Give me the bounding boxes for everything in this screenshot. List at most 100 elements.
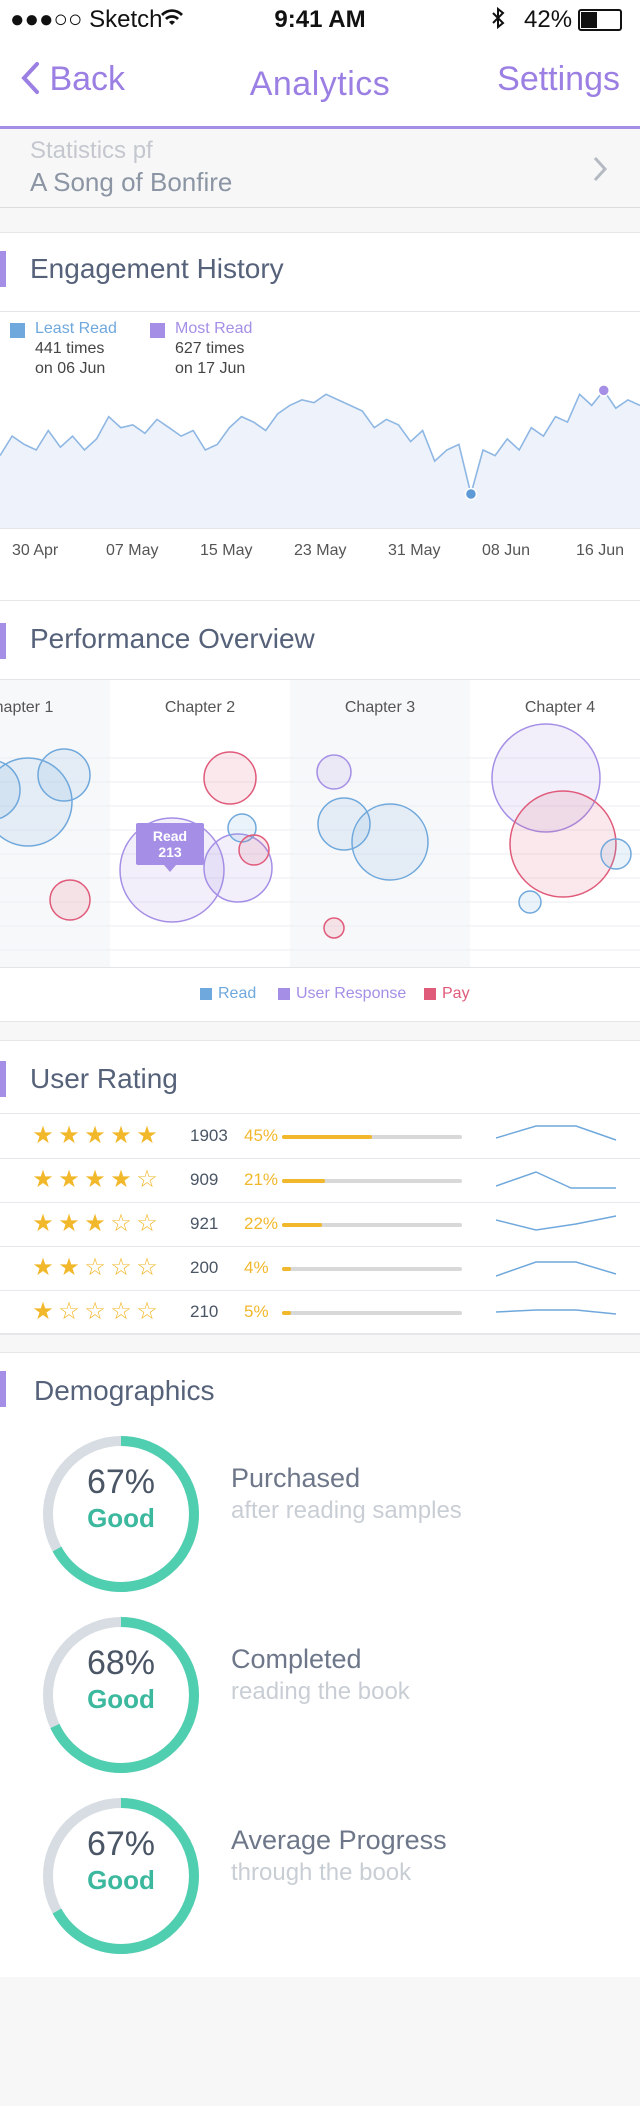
rating-sparkline (496, 1309, 617, 1315)
star-empty-icon: ☆ (84, 1254, 106, 1281)
legend-pay: Pay (442, 985, 470, 1002)
legend-read: Read (218, 985, 257, 1002)
legend-swatch (424, 988, 436, 1000)
engagement-chart[interactable]: Least Read 441 times on 06 Jun Most Read… (0, 311, 640, 602)
axis-line (0, 528, 640, 529)
star-filled-icon: ★ (58, 1122, 80, 1149)
performance-title: Performance Overview (30, 623, 315, 654)
star-filled-icon: ★ (58, 1254, 80, 1281)
rating-percent: 22% (244, 1214, 279, 1233)
x-tick-label: 23 May (294, 542, 347, 559)
rating-sparkline (496, 1261, 617, 1277)
nav-bar: Back Analytics Settings (0, 40, 640, 129)
bubble[interactable] (316, 754, 352, 790)
settings-button[interactable]: Settings (497, 60, 620, 99)
rating-percent: 45% (244, 1126, 279, 1145)
star-empty-icon: ☆ (136, 1166, 158, 1193)
star-rating: ★ ☆ ☆ ☆ ☆ (30, 1297, 160, 1326)
engagement-section: Engagement History Least Read 441 times … (0, 232, 640, 602)
star-empty-icon: ☆ (110, 1298, 132, 1325)
performance-chart[interactable]: hapter 1 Chapter 2 Chapter 3 Chapter 4 Read 2… (0, 679, 640, 968)
bubble[interactable] (600, 838, 632, 870)
star-rating: ★ ★ ★ ★ ★ (30, 1121, 160, 1150)
x-tick-label: 31 May (388, 542, 441, 559)
rating-bar-fill (282, 1223, 322, 1227)
status-bar: ●●●○○ Sketch 9:41 AM 42% (0, 0, 640, 40)
star-empty-icon: ☆ (136, 1254, 158, 1281)
bubble[interactable] (323, 917, 345, 939)
most-read-point[interactable] (597, 384, 611, 397)
rating-count: 200 (190, 1258, 219, 1277)
bubble[interactable] (37, 748, 91, 802)
performance-legend: Read User Response Pay (0, 967, 640, 1022)
rating-count: 921 (190, 1214, 219, 1233)
rating-title: User Rating (30, 1063, 178, 1094)
rating-row[interactable]: ★ ★ ★ ★ ★ 1903 45% (0, 1114, 640, 1159)
demographic-item: 67% Good Average Progress through the book (0, 1775, 640, 1954)
battery-label: 42% (524, 6, 573, 33)
x-tick-label: 07 May (106, 542, 159, 559)
section-accent (0, 251, 6, 287)
star-filled-icon: ★ (32, 1122, 54, 1149)
rating-row[interactable]: ★ ☆ ☆ ☆ ☆ 210 5% (0, 1290, 640, 1335)
star-filled-icon: ★ (32, 1298, 54, 1325)
rating-row[interactable]: ★ ★ ★ ★ ☆ 909 21% (0, 1158, 640, 1203)
engagement-title: Engagement History (30, 253, 284, 284)
demographics-section: Demographics 67% Good Purchased after readi… (0, 1352, 640, 1977)
chevron-right-icon (593, 156, 608, 182)
star-filled-icon: ★ (58, 1210, 80, 1237)
area-fill (0, 390, 640, 528)
progress-percent: 67% (86, 1825, 156, 1863)
rating-count: 909 (190, 1170, 219, 1189)
star-rating: ★ ★ ★ ★ ☆ (30, 1165, 160, 1194)
legend-swatch (278, 988, 290, 1000)
star-empty-icon: ☆ (58, 1298, 80, 1325)
bubble[interactable] (509, 790, 617, 898)
engagement-plot (0, 384, 640, 528)
book-title: A Song of Bonfire (30, 167, 233, 197)
star-rating: ★ ★ ☆ ☆ ☆ (30, 1253, 160, 1282)
progress-rating: Good (87, 1865, 155, 1895)
rating-row[interactable]: ★ ★ ★ ☆ ☆ 921 22% (0, 1202, 640, 1247)
demographic-item: 67% Good Purchased after reading samples (0, 1413, 640, 1592)
chapter-label: Chapter 4 (525, 699, 595, 716)
bubble[interactable] (203, 751, 257, 805)
star-filled-icon: ★ (84, 1122, 106, 1149)
x-tick-label: 30 Apr (12, 542, 59, 559)
rating-bar-fill (282, 1267, 291, 1271)
least-read-point[interactable] (464, 487, 478, 501)
chapter-label: Chapter 2 (165, 699, 235, 716)
demographic-item: 68% Good Completed reading the book (0, 1594, 640, 1773)
star-filled-icon: ★ (32, 1166, 54, 1193)
x-tick-label: 15 May (200, 542, 253, 559)
star-filled-icon: ★ (84, 1166, 106, 1193)
rating-list: ★ ★ ★ ★ ★ 1903 45% ★ ★ ★ ★ ☆ 909 21% ★ ★ ★ ☆ ☆ 921 22% ★ ★ ☆ ☆ ☆ 2… (0, 1113, 640, 1335)
rating-row[interactable]: ★ ★ ☆ ☆ ☆ 200 4% (0, 1246, 640, 1291)
bluetooth-icon (490, 6, 506, 37)
star-empty-icon: ☆ (110, 1210, 132, 1237)
demographics-list: 67% Good Purchased after reading samples 68%… (0, 1413, 640, 1973)
metric-subtitle: through the book (231, 1859, 412, 1886)
x-tick-label: 08 Jun (482, 542, 531, 559)
metric-title: Completed (231, 1644, 362, 1674)
tooltip-label: Read (153, 828, 187, 844)
book-selector[interactable]: Statistics pf A Song of Bonfire (0, 129, 640, 208)
tooltip-value: 213 (158, 844, 182, 860)
progress-rating: Good (87, 1503, 155, 1533)
demographics-title: Demographics (34, 1375, 215, 1406)
rating-bar (282, 1267, 462, 1271)
performance-plot: hapter 1 Chapter 2 Chapter 3 Chapter 4 Read2… (0, 680, 640, 968)
bubble[interactable] (351, 803, 429, 881)
chapter-label: hapter 1 (0, 699, 53, 716)
progress-percent: 68% (86, 1644, 156, 1682)
statistics-label: Statistics pf (30, 137, 153, 164)
star-filled-icon: ★ (110, 1122, 132, 1149)
metric-subtitle: reading the book (231, 1678, 410, 1705)
rating-percent: 21% (244, 1170, 279, 1189)
chapter-label: Chapter 3 (345, 699, 415, 716)
bubble[interactable] (238, 834, 270, 866)
star-filled-icon: ★ (32, 1210, 54, 1237)
bubble[interactable] (49, 879, 91, 921)
star-filled-icon: ★ (110, 1166, 132, 1193)
bubble[interactable] (518, 890, 542, 914)
